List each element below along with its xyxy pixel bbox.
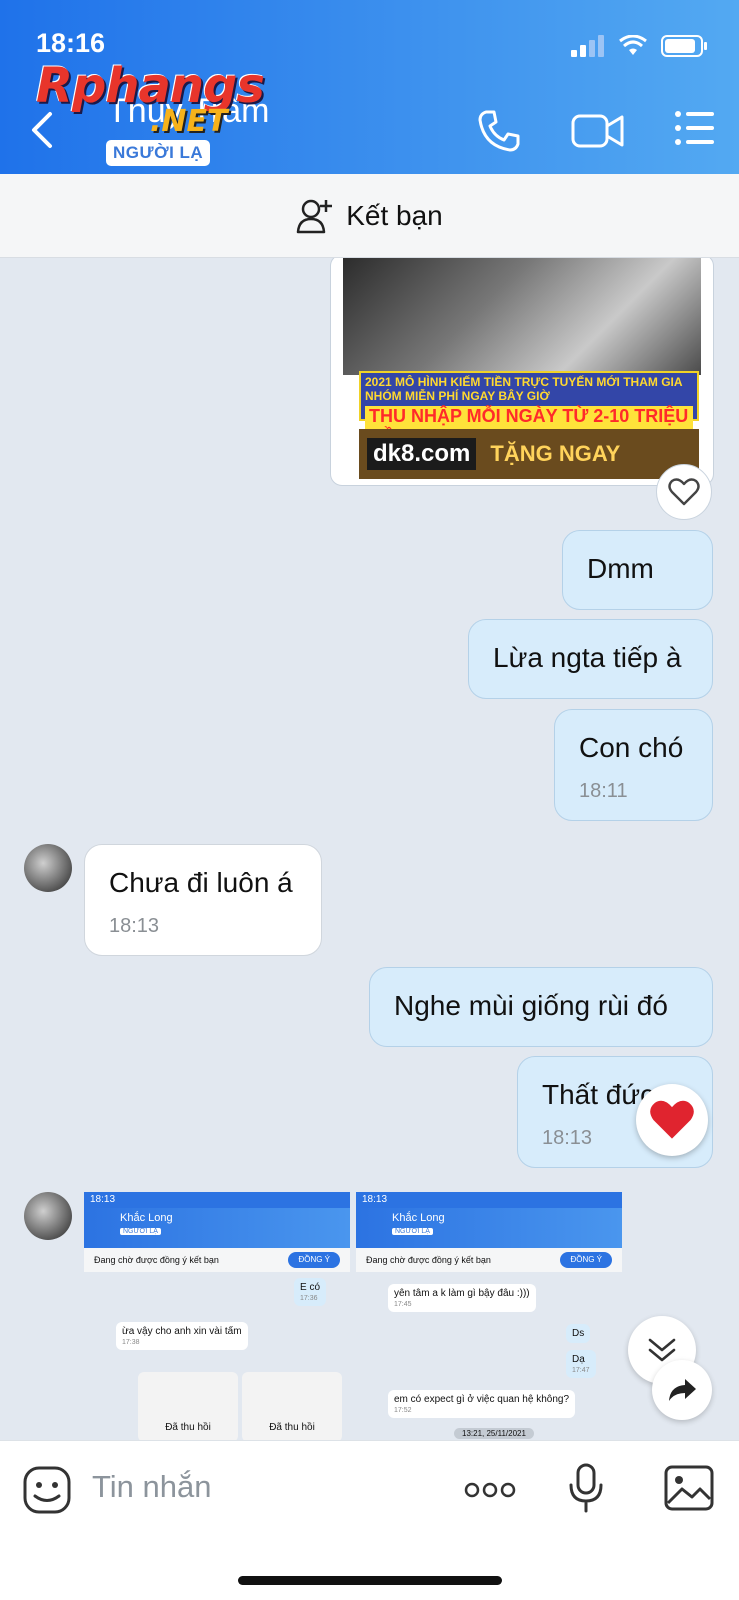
screenshot-image[interactable]: 18:13 Khắc Long NGƯỜI LẠ Đang chờ được đ… xyxy=(84,1192,350,1440)
shot-recalled: Đã thu hồi xyxy=(242,1372,342,1440)
message-text: Lừa ngta tiếp à xyxy=(493,642,682,673)
shot-message-text: Dạ xyxy=(572,1354,585,1365)
stranger-badge: NGƯỜI LẠ xyxy=(106,140,211,166)
avatar[interactable] xyxy=(24,844,72,892)
add-friend-bar[interactable]: Kết bạn xyxy=(0,174,739,258)
shot-message: E có 17:36 xyxy=(294,1278,327,1306)
menu-list-icon[interactable] xyxy=(674,108,716,148)
shot-recalled: Đã thu hồi xyxy=(138,1372,238,1440)
shot-wait-bar: Đang chờ được đồng ý kết bạn ĐỒNG Ý xyxy=(84,1248,350,1272)
red-heart-icon xyxy=(650,1100,694,1139)
heart-reaction[interactable] xyxy=(636,1084,708,1156)
more-options-icon[interactable] xyxy=(464,1481,516,1499)
status-time: 18:16 xyxy=(36,28,106,58)
shot-accept: ĐỒNG Ý xyxy=(288,1252,340,1268)
status-icons xyxy=(571,34,709,58)
shot-message-time: 17:47 xyxy=(572,1367,590,1374)
message-time: 18:13 xyxy=(109,915,160,937)
message-input[interactable]: Tin nhắn xyxy=(92,1469,212,1505)
ad-brand: dk8.com xyxy=(367,438,477,470)
sticker-emoji-icon[interactable] xyxy=(22,1465,72,1515)
shot-header: Khắc Long NGƯỜI LẠ xyxy=(356,1208,622,1248)
shot-body: yên tâm a k làm gì bậy đâu :))) 17:45 Ds… xyxy=(356,1272,622,1440)
shot-message-text: ừa vậy cho anh xin vài tấm xyxy=(122,1326,242,1337)
shot-status-time: 18:13 xyxy=(356,1192,622,1208)
message-bubble-out[interactable]: Dmm xyxy=(562,530,713,610)
phone-call-icon[interactable] xyxy=(476,108,522,154)
forward-button[interactable] xyxy=(652,1360,712,1420)
message-text: Chưa đi luôn á xyxy=(109,867,293,898)
shot-message-text: Ds xyxy=(572,1328,585,1339)
shot-header: Khắc Long NGƯỜI LẠ xyxy=(84,1208,350,1248)
shot-badge: NGƯỜI LẠ xyxy=(392,1228,433,1235)
signal-icon xyxy=(571,35,604,57)
shot-message: Dạ 17:47 xyxy=(566,1350,596,1378)
shot-message: yên tâm a k làm gì bậy đâu :))) 17:45 xyxy=(388,1284,536,1312)
message-text: Nghe mùi giống rùi đó xyxy=(394,990,668,1021)
shot-message-time: 17:45 xyxy=(394,1301,412,1308)
shot-message: ừa vậy cho anh xin vài tấm 17:38 xyxy=(116,1322,248,1350)
battery-icon xyxy=(661,35,707,57)
video-call-icon[interactable] xyxy=(570,108,626,154)
message-text: Con chó xyxy=(579,732,684,763)
message-bubble-out[interactable]: Lừa ngta tiếp à xyxy=(468,619,713,699)
shot-contact-name: Khắc Long xyxy=(120,1212,173,1224)
shot-contact-name: Khắc Long xyxy=(392,1212,445,1224)
shot-message-time: 17:38 xyxy=(122,1339,140,1346)
shot-status-time: 18:13 xyxy=(84,1192,350,1208)
add-friend-label[interactable]: Kết bạn xyxy=(346,200,443,232)
photo xyxy=(343,258,701,375)
message-list[interactable]: 2021 MÔ HÌNH KIẾM TIỀN TRỰC TUYẾN MỚI TH… xyxy=(0,258,739,1440)
shot-wait-text: Đang chờ được đồng ý kết bạn xyxy=(366,1255,491,1265)
message-bubble-out[interactable]: Con chó 18:11 xyxy=(554,709,713,821)
add-friend-icon xyxy=(296,199,333,233)
shot-wait-bar: Đang chờ được đồng ý kết bạn ĐỒNG Ý xyxy=(356,1248,622,1272)
message-time: 18:11 xyxy=(579,780,628,802)
shot-wait-text: Đang chờ được đồng ý kết bạn xyxy=(94,1255,219,1265)
ad-banner-dk8: dk8.com TẶNG NGAY xyxy=(359,429,699,479)
shot-badge: NGƯỜI LẠ xyxy=(120,1228,161,1235)
heart-outline-icon xyxy=(668,478,700,506)
screenshot-image[interactable]: 18:13 Khắc Long NGƯỜI LẠ Đang chờ được đ… xyxy=(356,1192,622,1440)
react-heart-button[interactable] xyxy=(656,464,712,520)
ad-line1: 2021 MÔ HÌNH KIẾM TIỀN TRỰC TUYẾN MỚI TH… xyxy=(365,375,683,403)
shot-body: E có 17:36 ừa vậy cho anh xin vài tấm 17… xyxy=(84,1272,350,1440)
ad-promo: TẶNG NGAY xyxy=(490,441,621,466)
image-message[interactable]: 2021 MÔ HÌNH KIẾM TIỀN TRỰC TUYẾN MỚI TH… xyxy=(330,258,714,486)
microphone-icon[interactable] xyxy=(568,1463,604,1513)
message-bubble-out[interactable]: Nghe mùi giống rùi đó xyxy=(369,967,713,1047)
message-bubble-in[interactable]: Chưa đi luôn á 18:13 xyxy=(84,844,322,956)
shot-message-text: em có expect gì ở việc quan hệ không? xyxy=(394,1394,569,1405)
watermark-logo-suffix: .NET xyxy=(150,104,228,139)
shot-message-time: 17:52 xyxy=(394,1407,412,1414)
shot-date-divider: 13:21, 25/11/2021 xyxy=(454,1428,534,1439)
avatar[interactable] xyxy=(24,1192,72,1240)
back-arrow-icon[interactable] xyxy=(28,110,58,150)
chat-header: 18:16 Thùy Trâm NGƯỜI LẠ Rphangs .NET xyxy=(0,0,739,174)
message-text: Dmm xyxy=(587,553,654,584)
home-indicator[interactable] xyxy=(238,1576,502,1585)
shot-message-text: E có xyxy=(300,1282,321,1293)
shot-message: Ds xyxy=(566,1324,591,1343)
shot-accept: ĐỒNG Ý xyxy=(560,1252,612,1268)
ad-banner: 2021 MÔ HÌNH KIẾM TIỀN TRỰC TUYẾN MỚI TH… xyxy=(359,371,699,448)
shot-message: em có expect gì ở việc quan hệ không? 17… xyxy=(388,1390,575,1418)
image-picker-icon[interactable] xyxy=(664,1465,714,1511)
shot-message-text: yên tâm a k làm gì bậy đâu :))) xyxy=(394,1288,530,1299)
wifi-icon xyxy=(619,35,647,55)
shot-message-time: 17:36 xyxy=(300,1295,318,1302)
share-arrow-icon xyxy=(669,1379,696,1401)
